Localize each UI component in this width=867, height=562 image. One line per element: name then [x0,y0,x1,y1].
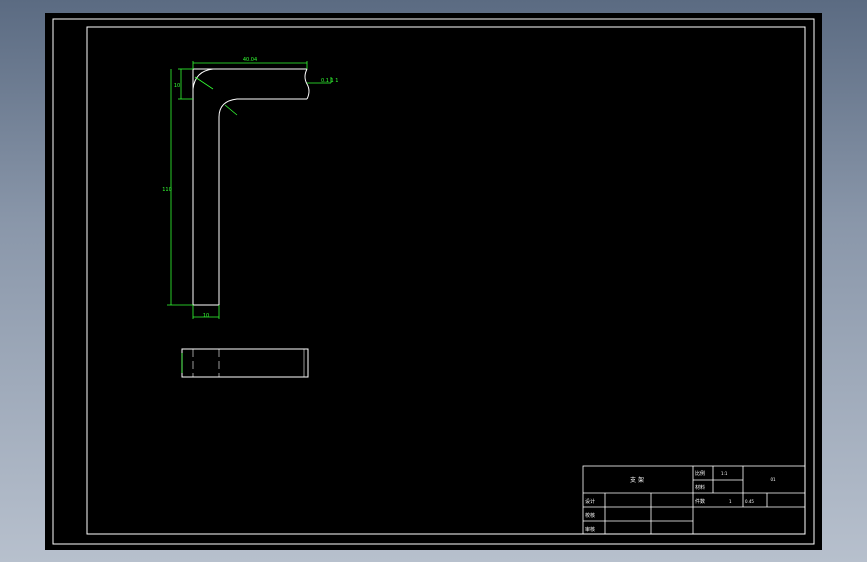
inner-frame [86,26,806,535]
outer-fillet [192,68,214,90]
quantity-label: 件数 [695,498,705,505]
designer-label: 设计 [585,498,595,505]
quantity-value: 1 [729,499,732,504]
dim-top-width: 40.04 [243,57,257,63]
scale-value: 1:1 [721,471,728,476]
drawing-number: 01 [770,477,776,482]
drawing-canvas[interactable]: 40.04 10 0.1 1 1 110 10 支 架 比例 1:1 材料 01… [45,13,822,550]
dim-bottom-width: 10 [203,313,209,319]
weight-value: 0.45 [745,499,754,504]
scale-label: 比例 [695,470,705,477]
outer-frame [52,18,815,545]
dim-right-tolerance: 0.1 1 1 [321,78,339,84]
material-label: 材料 [695,484,705,491]
part-name: 支 架 [630,476,644,484]
check-label: 校核 [585,512,595,519]
dim-vertical-length: 110 [162,187,172,193]
break-line [304,68,310,100]
bracket-outline [192,68,307,306]
dim-top-left-height: 10 [174,83,180,89]
review-label: 审核 [585,526,595,533]
drawing-svg: 40.04 10 0.1 1 1 110 10 支 架 比例 1:1 材料 01… [52,18,815,545]
bottom-view [181,348,309,378]
dimension-lines [167,61,332,319]
